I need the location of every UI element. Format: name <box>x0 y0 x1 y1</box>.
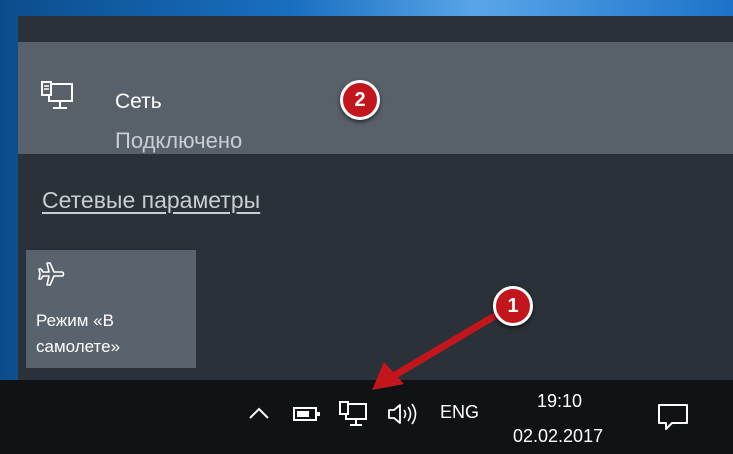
language-indicator[interactable]: ENG <box>440 402 479 423</box>
airplane-mode-tile[interactable]: Режим «В самолете» <box>26 250 196 368</box>
network-settings-link[interactable]: Сетевые параметры <box>42 187 260 214</box>
volume-icon[interactable] <box>386 402 422 426</box>
action-center-icon[interactable] <box>656 402 690 432</box>
network-computer-icon <box>41 81 73 109</box>
battery-icon[interactable] <box>293 406 323 422</box>
annotation-badge-2: 2 <box>340 80 380 120</box>
airplane-mode-label: Режим «В самолете» <box>36 311 121 356</box>
network-status: Подключено <box>115 128 243 153</box>
chevron-up-icon[interactable] <box>247 403 271 423</box>
network-name: Сеть <box>115 90 162 113</box>
annotation-badge-1: 1 <box>493 286 533 326</box>
clock-date[interactable]: 02.02.2017 <box>513 426 603 447</box>
airplane-icon <box>38 262 65 286</box>
clock-time[interactable]: 19:10 <box>537 391 582 412</box>
network-icon[interactable] <box>338 401 370 429</box>
